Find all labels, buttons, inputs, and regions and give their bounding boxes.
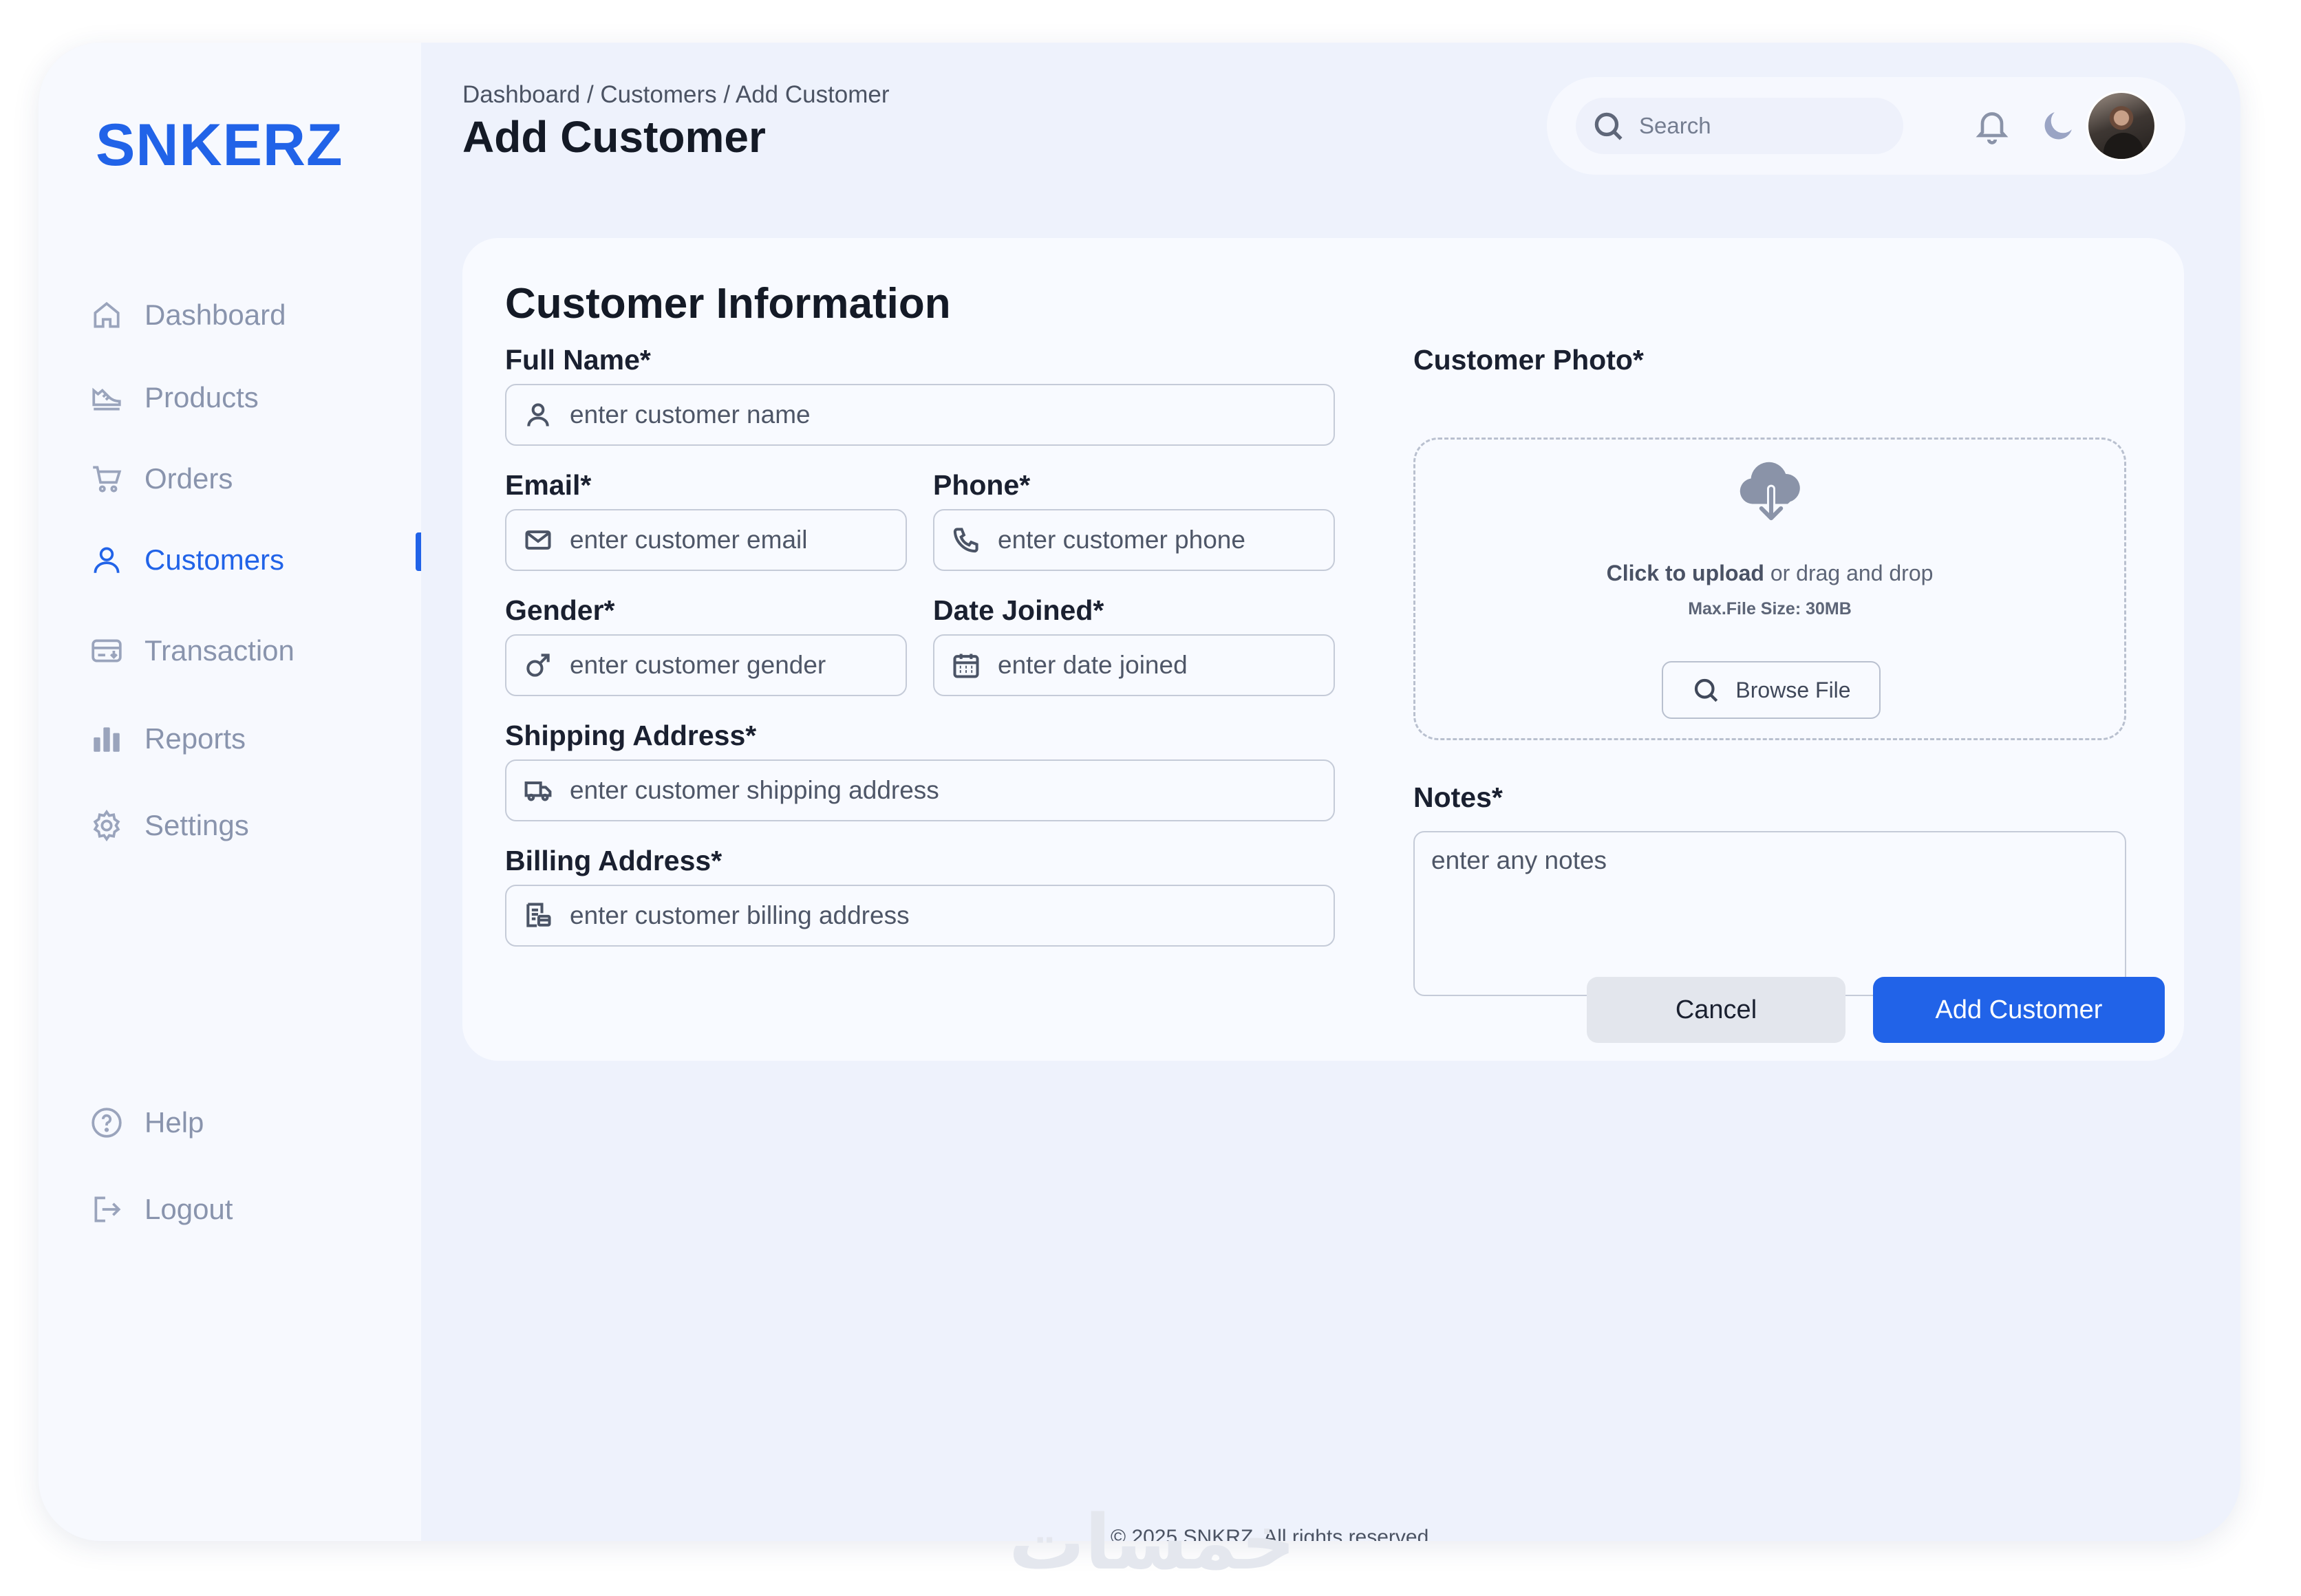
billing-receipt-icon [526,903,551,927]
photo-dropzone[interactable]: Click to upload or drag and drop Max.Fil… [1413,438,2126,740]
sidebar-item-logout[interactable]: Logout [89,1182,233,1237]
sidebar-item-label: Products [145,381,259,413]
cancel-button[interactable]: Cancel [1587,977,1845,1043]
phone-label: Phone* [933,469,1031,501]
breadcrumb[interactable]: Dashboard / Customers / Add Customer [462,81,890,109]
billing-address-field[interactable] [505,885,1335,947]
logout-icon [94,1196,121,1222]
calendar-icon [953,654,979,678]
user-icon [94,547,120,573]
sidebar-item-label: Reports [145,722,246,755]
sidebar-item-dashboard[interactable]: Dashboard [89,288,286,343]
sidebar-item-products[interactable]: Products [89,370,259,425]
bell-icon [1976,112,2009,144]
sidebar-item-customers[interactable]: Customers [89,532,284,587]
sidebar-item-label: Dashboard [145,299,286,331]
max-file-size: Max.File Size: 30MB [1688,599,1852,618]
search-input[interactable] [1639,113,1887,139]
phone-input[interactable] [998,526,1334,554]
active-indicator [416,532,421,571]
gender-field[interactable] [505,634,907,696]
form-title: Customer Information [505,280,951,327]
sidebar-item-label: Logout [145,1193,233,1225]
male-symbol-icon [526,654,550,677]
search-icon [1594,112,1623,140]
customer-form-card: Customer Information Full Name* Email* P… [462,238,2184,1061]
home-icon [94,301,120,328]
page-title: Add Customer [462,112,766,162]
email-label: Email* [505,469,592,501]
user-icon [527,403,549,427]
shipping-address-label: Shipping Address* [505,720,757,751]
phone-icon [953,528,978,553]
sidebar-item-label: Settings [145,809,249,841]
truck-icon [524,781,552,801]
shipping-address-input[interactable] [570,776,1334,805]
date-joined-input[interactable] [998,651,1334,680]
shipping-address-field[interactable] [505,759,1335,821]
full-name-input[interactable] [570,400,1334,429]
sneaker-icon [92,387,121,411]
notes-label: Notes* [1413,781,1503,813]
drag-drop-text: or drag and drop [1764,561,1934,585]
app-logo[interactable]: SNKERZ [96,111,343,180]
email-field[interactable] [505,509,907,571]
bar-chart-icon [94,727,120,752]
sidebar-item-label: Customers [145,543,285,576]
sidebar-item-help[interactable]: Help [89,1095,204,1150]
phone-field[interactable] [933,509,1335,571]
sidebar-item-orders[interactable]: Orders [89,451,233,506]
sidebar-item-label: Transaction [145,634,295,667]
date-joined-field[interactable] [933,634,1335,696]
gender-label: Gender* [505,594,615,626]
sidebar-item-reports[interactable]: Reports [89,711,246,766]
upload-instructions: Click to upload or drag and drop [1415,561,2124,586]
email-input[interactable] [570,526,906,554]
mail-icon [525,530,551,550]
sidebar: SNKERZ Dashboard Products Orders Custome… [39,43,421,1541]
add-customer-button[interactable]: Add Customer [1873,977,2165,1043]
cart-icon [93,466,122,493]
billing-address-input[interactable] [570,901,1334,930]
click-to-upload-link[interactable]: Click to upload [1607,561,1764,585]
sidebar-item-label: Orders [145,462,233,495]
search-icon [1695,678,1718,702]
date-joined-label: Date Joined* [933,594,1104,626]
browse-file-button[interactable]: Browse File [1662,661,1881,719]
watermark-logo: خمسات [1009,1498,1296,1586]
full-name-field[interactable] [505,384,1335,446]
gender-input[interactable] [570,651,906,680]
help-icon [92,1108,122,1138]
browse-file-label: Browse File [1735,677,1851,702]
sidebar-item-settings[interactable]: Settings [89,798,249,853]
top-bar [1547,77,2185,175]
transaction-card-icon [92,639,122,662]
full-name-label: Full Name* [505,344,651,376]
billing-address-label: Billing Address* [505,845,723,876]
search-bar[interactable] [1576,98,1903,154]
app-window: SNKERZ Dashboard Products Orders Custome… [39,43,2240,1541]
moon-icon [2044,112,2072,140]
gear-icon [93,809,120,842]
cloud-download-icon [1740,462,1800,523]
customer-photo-label: Customer Photo* [1413,344,1644,376]
notes-textarea[interactable] [1413,831,2126,996]
notifications-button[interactable] [1968,102,2016,150]
sidebar-item-transaction[interactable]: Transaction [89,623,295,678]
user-avatar[interactable] [2086,91,2156,161]
dark-mode-toggle[interactable] [2034,102,2082,150]
sidebar-item-label: Help [145,1106,204,1139]
